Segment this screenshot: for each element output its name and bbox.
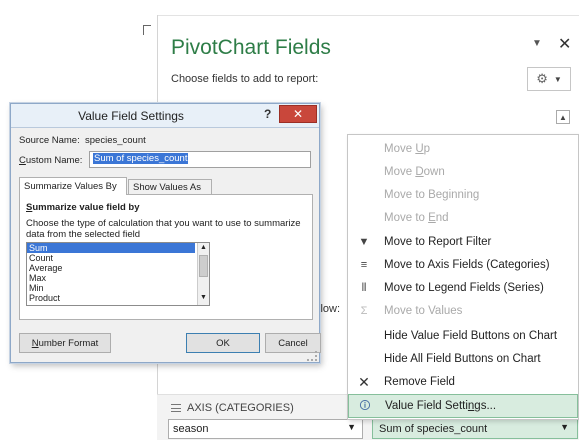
custom-name-input[interactable]: Sum of species_count xyxy=(89,151,311,168)
menu-item-label: Move Up xyxy=(384,143,431,155)
value-field-settings-dialog: Value Field Settings ? ✕ Source Name: sp… xyxy=(10,103,321,363)
scroll-up-icon[interactable]: ▲ xyxy=(200,244,207,251)
resize-grip-icon[interactable] xyxy=(307,351,317,361)
menu-item-hide-all-field-buttons[interactable]: Hide All Field Buttons on Chart xyxy=(348,347,578,371)
menu-item-hide-value-field-buttons[interactable]: Hide Value Field Buttons on Chart xyxy=(348,324,578,348)
menu-item-label: Move to Report Filter xyxy=(384,236,492,248)
menu-item-label: Move Down xyxy=(384,166,445,178)
columns-icon: ⦀ xyxy=(361,281,367,294)
source-name: Source Name: species_count xyxy=(19,135,146,146)
menu-item-move-to-end[interactable]: Move to End xyxy=(348,206,578,230)
ok-button[interactable]: OK xyxy=(186,333,260,353)
menu-item-value-field-settings[interactable]: 🛈 Value Field Settings... xyxy=(348,394,578,418)
scroll-down-icon[interactable]: ▼ xyxy=(200,294,207,301)
dialog-close-button[interactable]: ✕ xyxy=(279,105,317,123)
remove-x-icon: ✕ xyxy=(358,373,370,390)
rows-icon xyxy=(171,404,181,412)
number-format-button[interactable]: Number Format xyxy=(19,333,111,353)
list-item-average[interactable]: Average xyxy=(27,263,195,273)
source-name-label: Source Name: xyxy=(19,135,80,146)
axis-field-label: season xyxy=(173,423,209,435)
values-field-label: Sum of species_count xyxy=(379,423,488,435)
list-item-product[interactable]: Product xyxy=(27,293,195,303)
axis-categories-label: AXIS (CATEGORIES) xyxy=(187,402,294,414)
tools-button[interactable]: ⚙ ▼ xyxy=(527,67,571,91)
menu-item-label: Value Field Settings... xyxy=(385,400,497,412)
menu-item-move-to-beginning[interactable]: Move to Beginning xyxy=(348,183,578,207)
tab-show-values-as[interactable]: Show Values As xyxy=(128,179,212,195)
menu-item-move-to-values[interactable]: Σ Move to Values xyxy=(348,299,578,323)
menu-item-label: Move to Values xyxy=(384,305,463,317)
chevron-down-icon[interactable]: ▼ xyxy=(347,422,356,432)
section-description: Choose the type of calculation that you … xyxy=(26,218,301,240)
pane-resize-corner[interactable] xyxy=(143,25,151,35)
summarize-tab-panel: Summarize value field by Choose the type… xyxy=(19,194,313,320)
values-field-sum-species-count[interactable]: Sum of species_count ▼ xyxy=(372,419,578,439)
menu-item-remove-field[interactable]: ✕ Remove Field xyxy=(348,370,578,394)
chevron-down-icon: ▼ xyxy=(553,74,562,84)
section-heading: Summarize value field by xyxy=(26,202,140,213)
axis-categories-header: AXIS (CATEGORIES) xyxy=(171,402,294,414)
dialog-title-bar[interactable]: Value Field Settings ? ✕ xyxy=(11,104,319,128)
calculation-listbox[interactable]: Sum Count Average Max Min Product ▲ ▼ xyxy=(26,242,210,306)
custom-name-value: Sum of species_count xyxy=(93,153,189,164)
help-icon[interactable]: ? xyxy=(264,107,271,121)
menu-item-move-to-report-filter[interactable]: ▼ Move to Report Filter xyxy=(348,230,578,254)
source-name-value: species_count xyxy=(85,135,146,146)
custom-name-label: Custom Name: xyxy=(19,155,83,166)
field-settings-icon: 🛈 xyxy=(359,399,371,412)
tab-summarize-values-by[interactable]: Summarize Values By xyxy=(19,177,127,195)
pane-title: PivotChart Fields xyxy=(171,36,331,59)
menu-item-label: Move to Beginning xyxy=(384,189,480,201)
field-context-menu: Move Up Move Down Move to Beginning Move… xyxy=(347,134,579,420)
pane-top-border xyxy=(157,15,579,16)
chevron-down-icon[interactable]: ▼ xyxy=(560,422,569,432)
list-item-count[interactable]: Count xyxy=(27,253,195,263)
filter-icon: ▼ xyxy=(358,236,370,248)
dialog-title: Value Field Settings xyxy=(78,109,184,123)
pane-subtitle: Choose fields to add to report: xyxy=(171,73,319,85)
cancel-button[interactable]: Cancel xyxy=(265,333,321,353)
menu-item-label: Remove Field xyxy=(384,376,455,388)
menu-item-label: Move to Legend Fields (Series) xyxy=(384,282,544,294)
axis-field-season[interactable]: season ▼ xyxy=(168,419,363,439)
pane-options-chevron-icon[interactable]: ▼ xyxy=(532,38,542,49)
rows-icon: ≡ xyxy=(360,259,368,271)
sigma-icon: Σ xyxy=(360,305,368,317)
list-item-sum[interactable]: Sum xyxy=(27,243,195,253)
menu-item-move-up[interactable]: Move Up xyxy=(348,137,578,161)
pane-close-icon[interactable]: ✕ xyxy=(558,34,571,54)
menu-item-label: Hide All Field Buttons on Chart xyxy=(384,353,541,365)
drag-fields-text: llow: xyxy=(318,303,341,315)
menu-item-label: Move to End xyxy=(384,212,449,224)
menu-item-label: Hide Value Field Buttons on Chart xyxy=(384,330,558,342)
menu-item-move-to-axis-fields[interactable]: ≡ Move to Axis Fields (Categories) xyxy=(348,253,578,277)
list-item-max[interactable]: Max xyxy=(27,273,195,283)
listbox-scrollbar[interactable]: ▲ ▼ xyxy=(197,243,209,305)
scroll-up-arrow-icon[interactable]: ▲ xyxy=(556,110,570,124)
gear-icon: ⚙ xyxy=(536,71,548,86)
menu-item-move-down[interactable]: Move Down xyxy=(348,160,578,184)
list-item-min[interactable]: Min xyxy=(27,283,195,293)
menu-item-label: Move to Axis Fields (Categories) xyxy=(384,259,550,271)
scrollbar-thumb[interactable] xyxy=(199,255,208,277)
menu-item-move-to-legend-fields[interactable]: ⦀ Move to Legend Fields (Series) xyxy=(348,276,578,300)
